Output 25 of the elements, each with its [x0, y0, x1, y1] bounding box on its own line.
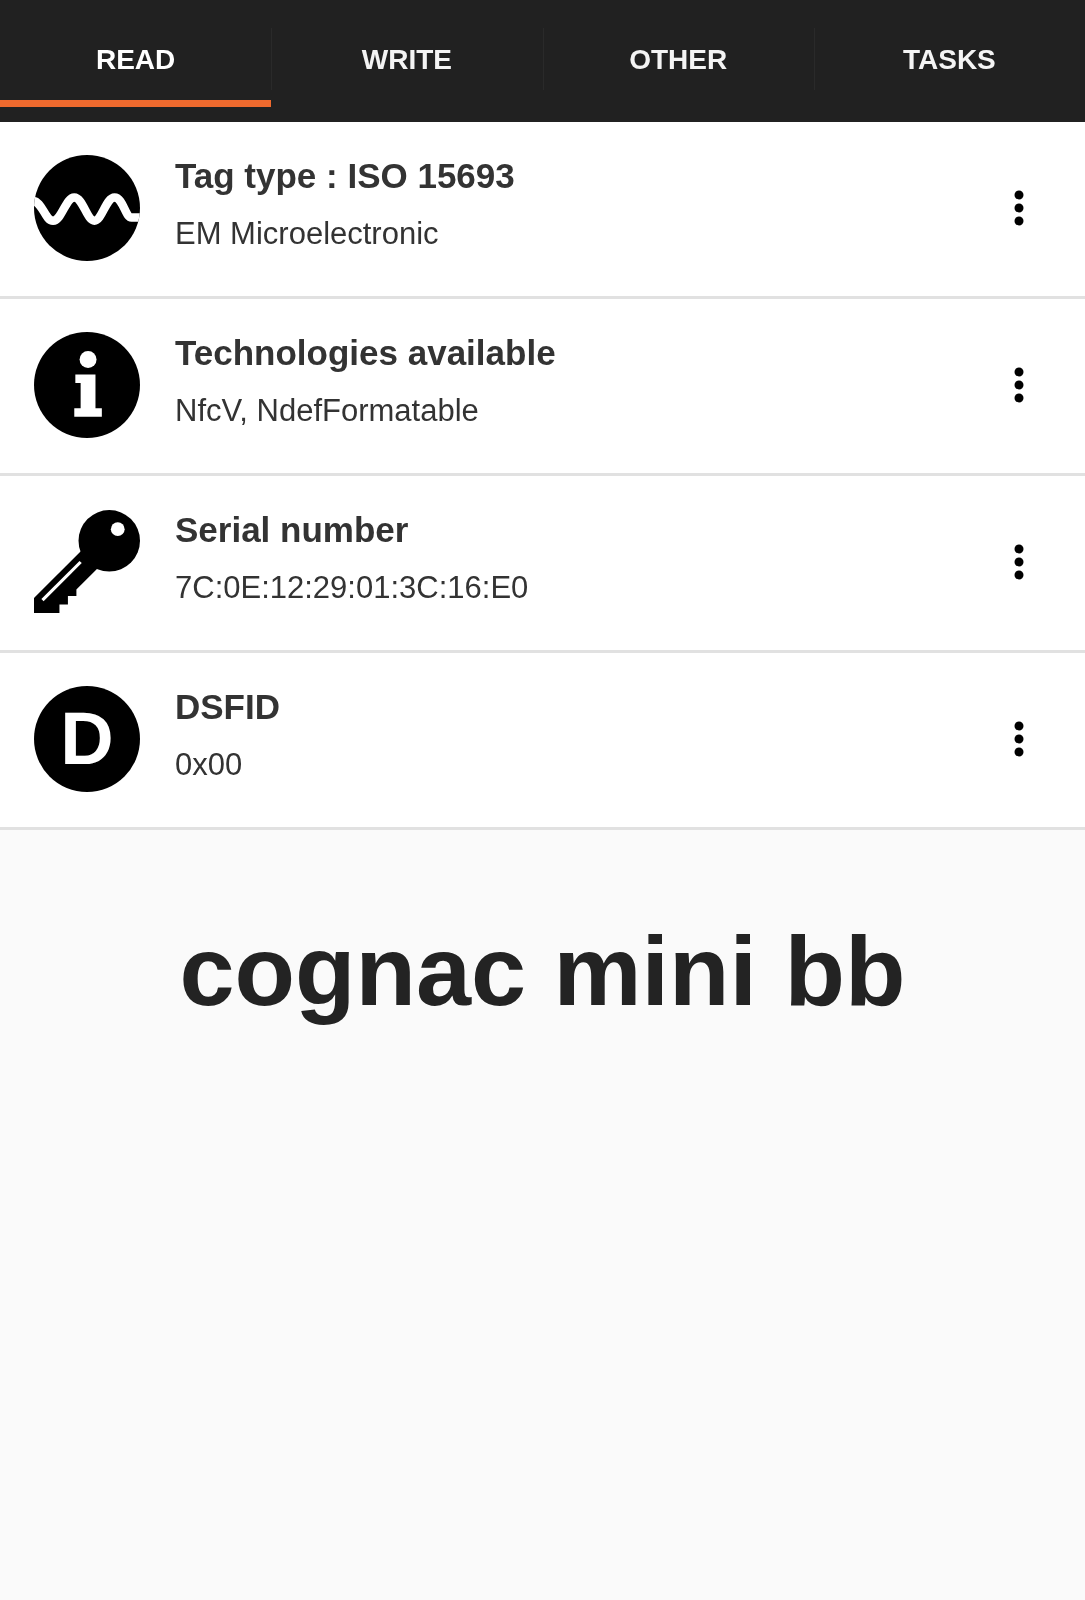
- more-vertical-icon: [1014, 366, 1024, 403]
- record-title: Serial number: [175, 509, 410, 550]
- letter-avatar: D: [34, 685, 140, 792]
- record-value: EM Microelectronic: [175, 214, 440, 253]
- tab[interactable]: OTHER: [542, 0, 814, 107]
- tab[interactable]: READ: [0, 0, 272, 107]
- record-value: NfcV, NdefFormatable: [175, 391, 480, 430]
- wave-icon: [34, 154, 140, 261]
- tab[interactable]: WRITE: [271, 0, 543, 107]
- note-text: cognac mini bb: [179, 917, 906, 1026]
- more-vertical-icon: [1014, 189, 1024, 226]
- record-value: 0x00: [175, 745, 244, 784]
- tab[interactable]: TASKS: [813, 0, 1085, 107]
- more-vertical-icon: [1014, 720, 1024, 757]
- info-icon: [34, 331, 140, 438]
- record-title: DSFID: [175, 686, 281, 727]
- record-title: Tag type : ISO 15693: [175, 155, 516, 196]
- key-icon: [34, 508, 140, 615]
- record-row[interactable]: Tag type : ISO 15693 EM Microelectronic: [0, 122, 1085, 299]
- record-value: 7C:0E:12:29:01:3C:16:E0: [175, 568, 530, 607]
- record-row[interactable]: Serial number 7C:0E:12:29:01:3C:16:E0: [0, 476, 1085, 653]
- record-row[interactable]: Technologies available NfcV, NdefFormatable: [0, 299, 1085, 476]
- record-row[interactable]: D DSFID 0x00: [0, 653, 1085, 830]
- more-vertical-icon: [1014, 543, 1024, 580]
- record-title: Technologies available: [175, 332, 557, 373]
